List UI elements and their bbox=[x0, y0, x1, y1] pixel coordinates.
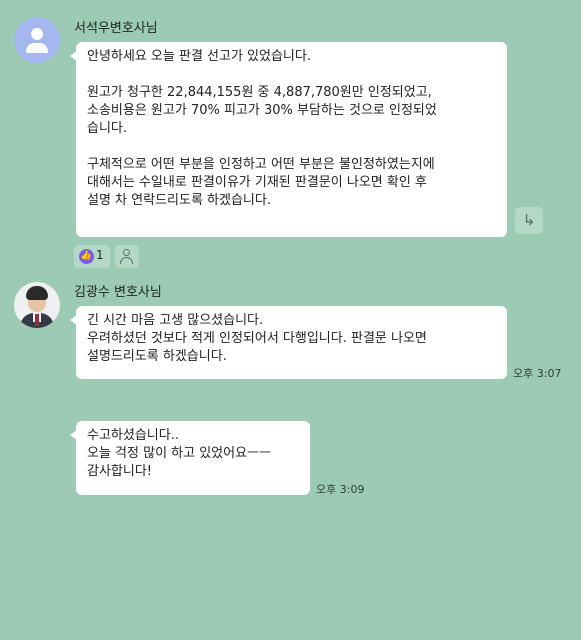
message-time: 오후 3:07 bbox=[513, 367, 562, 380]
message-text: 긴 시간 마음 고생 많으셨습니다. 우려하셨던 것보다 적게 인정되어서 다행… bbox=[87, 313, 427, 364]
reaction-like[interactable]: 👍 1 bbox=[74, 245, 110, 268]
avatar-hair bbox=[26, 286, 48, 300]
message-bubble[interactable]: 수고하셨습니다.. 오늘 걱정 많이 하고 있었어요ㅡㅡ 감사합니다! bbox=[70, 421, 310, 495]
add-reaction-person-icon bbox=[123, 249, 130, 256]
sender-name: 서석우변호사님 bbox=[74, 21, 158, 36]
add-reaction-button[interactable] bbox=[115, 245, 139, 268]
reaction-count: 1 bbox=[96, 248, 104, 262]
sender-avatar-default[interactable] bbox=[14, 17, 60, 63]
person-icon-head bbox=[31, 28, 43, 40]
reply-arrow-icon[interactable]: ↳ bbox=[515, 207, 543, 234]
message-bubble[interactable]: 긴 시간 마음 고생 많으셨습니다. 우려하셨던 것보다 적게 인정되어서 다행… bbox=[70, 306, 507, 379]
sender-avatar-photo[interactable] bbox=[14, 282, 60, 328]
message-text: 안녕하세요 오늘 판결 선고가 있었습니다. 원고가 청구한 22,844,15… bbox=[87, 49, 437, 208]
message-time: 오후 3:09 bbox=[316, 483, 365, 496]
message-bubble[interactable]: 안녕하세요 오늘 판결 선고가 있었습니다. 원고가 청구한 22,844,15… bbox=[70, 42, 507, 237]
sender-name: 김광수 변호사님 bbox=[74, 285, 162, 300]
avatar-tie bbox=[35, 314, 39, 326]
message-text: 수고하셨습니다.. 오늘 걱정 많이 하고 있었어요ㅡㅡ 감사합니다! bbox=[87, 428, 271, 479]
person-icon-body bbox=[26, 43, 48, 53]
add-reaction-person-icon-body bbox=[120, 257, 133, 264]
thumbs-up-icon: 👍 bbox=[79, 249, 94, 264]
